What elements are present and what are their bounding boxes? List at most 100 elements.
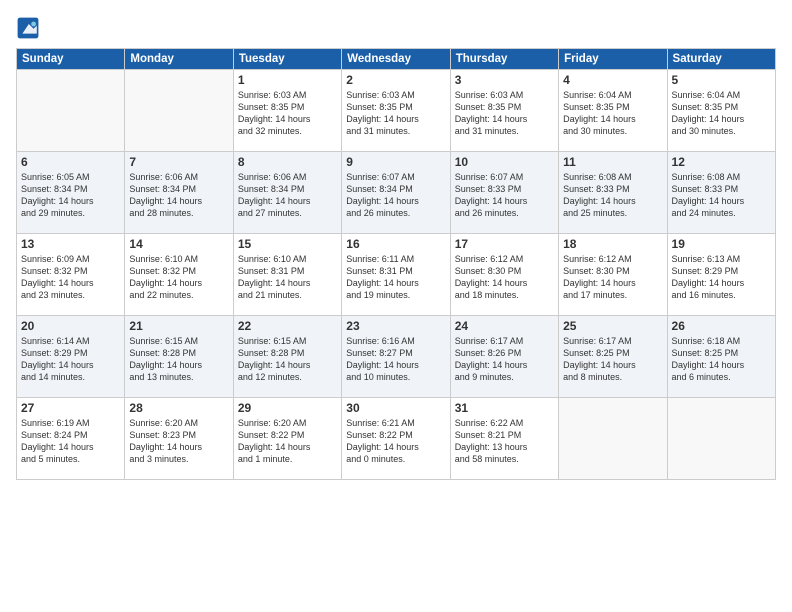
header — [16, 16, 776, 40]
day-number: 24 — [455, 319, 554, 333]
day-number: 13 — [21, 237, 120, 251]
calendar-cell: 25 Sunrise: 6:17 AM Sunset: 8:25 PM Dayli… — [559, 316, 667, 398]
day-info: Sunrise: 6:07 AM Sunset: 8:34 PM Dayligh… — [346, 171, 445, 220]
day-info: Sunrise: 6:17 AM Sunset: 8:25 PM Dayligh… — [563, 335, 662, 384]
day-info: Sunrise: 6:06 AM Sunset: 8:34 PM Dayligh… — [238, 171, 337, 220]
day-number: 11 — [563, 155, 662, 169]
weekday-header: Tuesday — [233, 49, 341, 70]
calendar-cell: 17Sunrise: 6:12 AM Sunset: 8:30 PM Dayli… — [450, 234, 558, 316]
calendar-week-row: 13 Sunrise: 6:09 AM Sunset: 8:32 PM Dayli… — [17, 234, 776, 316]
weekday-header: Thursday — [450, 49, 558, 70]
day-info: Sunrise: 6:07 AM Sunset: 8:33 PM Dayligh… — [455, 171, 554, 220]
day-info: Sunrise: 6:04 AM Sunset: 8:35 PM Dayligh… — [672, 89, 771, 138]
calendar-cell: 26 Sunrise: 6:18 AM Sunset: 8:25 PM Dayli… — [667, 316, 775, 398]
day-info: Sunrise: 6:08 AM Sunset: 8:33 PM Dayligh… — [563, 171, 662, 220]
calendar-cell: 4 Sunrise: 6:04 AM Sunset: 8:35 PM Daylig… — [559, 70, 667, 152]
calendar-cell: 22 Sunrise: 6:15 AM Sunset: 8:28 PM Dayli… — [233, 316, 341, 398]
calendar-cell: 9 Sunrise: 6:07 AM Sunset: 8:34 PM Daylig… — [342, 152, 450, 234]
calendar-cell: 5 Sunrise: 6:04 AM Sunset: 8:35 PM Daylig… — [667, 70, 775, 152]
day-number: 26 — [672, 319, 771, 333]
calendar-cell: 29 Sunrise: 6:20 AM Sunset: 8:22 PM Dayli… — [233, 398, 341, 480]
calendar-cell: 11 Sunrise: 6:08 AM Sunset: 8:33 PM Dayli… — [559, 152, 667, 234]
day-number: 28 — [129, 401, 228, 415]
weekday-header: Monday — [125, 49, 233, 70]
logo-icon — [16, 16, 40, 40]
day-info: Sunrise: 6:22 AM Sunset: 8:21 PM Dayligh… — [455, 417, 554, 466]
day-number: 15 — [238, 237, 337, 251]
day-number: 3 — [455, 73, 554, 87]
weekday-header: Friday — [559, 49, 667, 70]
calendar-cell: 27Sunrise: 6:19 AM Sunset: 8:24 PM Dayli… — [17, 398, 125, 480]
calendar-week-row: 6Sunrise: 6:05 AM Sunset: 8:34 PM Daylig… — [17, 152, 776, 234]
day-number: 14 — [129, 237, 228, 251]
calendar-cell: 21Sunrise: 6:15 AM Sunset: 8:28 PM Dayli… — [125, 316, 233, 398]
day-info: Sunrise: 6:03 AM Sunset: 8:35 PM Dayligh… — [455, 89, 554, 138]
day-info: Sunrise: 6:10 AM Sunset: 8:32 PM Dayligh… — [129, 253, 228, 302]
calendar-cell: 30Sunrise: 6:21 AM Sunset: 8:22 PM Dayli… — [342, 398, 450, 480]
day-number: 17 — [455, 237, 554, 251]
calendar-cell: 20Sunrise: 6:14 AM Sunset: 8:29 PM Dayli… — [17, 316, 125, 398]
day-info: Sunrise: 6:13 AM Sunset: 8:29 PM Dayligh… — [672, 253, 771, 302]
day-info: Sunrise: 6:12 AM Sunset: 8:30 PM Dayligh… — [563, 253, 662, 302]
calendar-cell — [125, 70, 233, 152]
calendar-cell: 14 Sunrise: 6:10 AM Sunset: 8:32 PM Dayli… — [125, 234, 233, 316]
calendar-cell: 24 Sunrise: 6:17 AM Sunset: 8:26 PM Dayli… — [450, 316, 558, 398]
day-number: 29 — [238, 401, 337, 415]
calendar-week-row: 27Sunrise: 6:19 AM Sunset: 8:24 PM Dayli… — [17, 398, 776, 480]
calendar-cell: 19 Sunrise: 6:13 AM Sunset: 8:29 PM Dayli… — [667, 234, 775, 316]
day-info: Sunrise: 6:20 AM Sunset: 8:22 PM Dayligh… — [238, 417, 337, 466]
calendar: SundayMondayTuesdayWednesdayThursdayFrid… — [16, 48, 776, 480]
day-info: Sunrise: 6:08 AM Sunset: 8:33 PM Dayligh… — [672, 171, 771, 220]
day-number: 21 — [129, 319, 228, 333]
calendar-cell: 1 Sunrise: 6:03 AM Sunset: 8:35 PM Daylig… — [233, 70, 341, 152]
day-number: 23 — [346, 319, 445, 333]
calendar-cell — [559, 398, 667, 480]
calendar-cell — [667, 398, 775, 480]
day-number: 1 — [238, 73, 337, 87]
calendar-cell: 3 Sunrise: 6:03 AM Sunset: 8:35 PM Daylig… — [450, 70, 558, 152]
day-number: 12 — [672, 155, 771, 169]
day-info: Sunrise: 6:18 AM Sunset: 8:25 PM Dayligh… — [672, 335, 771, 384]
weekday-header: Sunday — [17, 49, 125, 70]
day-info: Sunrise: 6:05 AM Sunset: 8:34 PM Dayligh… — [21, 171, 120, 220]
day-number: 9 — [346, 155, 445, 169]
calendar-cell: 7Sunrise: 6:06 AM Sunset: 8:34 PM Daylig… — [125, 152, 233, 234]
weekday-header: Wednesday — [342, 49, 450, 70]
day-number: 7 — [129, 155, 228, 169]
day-info: Sunrise: 6:19 AM Sunset: 8:24 PM Dayligh… — [21, 417, 120, 466]
day-info: Sunrise: 6:21 AM Sunset: 8:22 PM Dayligh… — [346, 417, 445, 466]
day-info: Sunrise: 6:14 AM Sunset: 8:29 PM Dayligh… — [21, 335, 120, 384]
day-number: 19 — [672, 237, 771, 251]
day-info: Sunrise: 6:15 AM Sunset: 8:28 PM Dayligh… — [238, 335, 337, 384]
day-number: 4 — [563, 73, 662, 87]
day-number: 10 — [455, 155, 554, 169]
calendar-cell: 13 Sunrise: 6:09 AM Sunset: 8:32 PM Dayli… — [17, 234, 125, 316]
calendar-cell: 12 Sunrise: 6:08 AM Sunset: 8:33 PM Dayli… — [667, 152, 775, 234]
calendar-cell: 16Sunrise: 6:11 AM Sunset: 8:31 PM Dayli… — [342, 234, 450, 316]
day-info: Sunrise: 6:10 AM Sunset: 8:31 PM Dayligh… — [238, 253, 337, 302]
calendar-week-row: 20Sunrise: 6:14 AM Sunset: 8:29 PM Dayli… — [17, 316, 776, 398]
day-info: Sunrise: 6:03 AM Sunset: 8:35 PM Dayligh… — [238, 89, 337, 138]
day-info: Sunrise: 6:16 AM Sunset: 8:27 PM Dayligh… — [346, 335, 445, 384]
calendar-cell: 10 Sunrise: 6:07 AM Sunset: 8:33 PM Dayli… — [450, 152, 558, 234]
calendar-cell — [17, 70, 125, 152]
day-number: 5 — [672, 73, 771, 87]
day-info: Sunrise: 6:11 AM Sunset: 8:31 PM Dayligh… — [346, 253, 445, 302]
calendar-cell: 28Sunrise: 6:20 AM Sunset: 8:23 PM Dayli… — [125, 398, 233, 480]
calendar-header-row: SundayMondayTuesdayWednesdayThursdayFrid… — [17, 49, 776, 70]
day-info: Sunrise: 6:17 AM Sunset: 8:26 PM Dayligh… — [455, 335, 554, 384]
day-number: 22 — [238, 319, 337, 333]
day-info: Sunrise: 6:04 AM Sunset: 8:35 PM Dayligh… — [563, 89, 662, 138]
logo — [16, 16, 44, 40]
calendar-cell: 6Sunrise: 6:05 AM Sunset: 8:34 PM Daylig… — [17, 152, 125, 234]
day-info: Sunrise: 6:03 AM Sunset: 8:35 PM Dayligh… — [346, 89, 445, 138]
calendar-cell: 18Sunrise: 6:12 AM Sunset: 8:30 PM Dayli… — [559, 234, 667, 316]
day-number: 31 — [455, 401, 554, 415]
page: SundayMondayTuesdayWednesdayThursdayFrid… — [0, 0, 792, 612]
calendar-week-row: 1 Sunrise: 6:03 AM Sunset: 8:35 PM Daylig… — [17, 70, 776, 152]
calendar-cell: 2Sunrise: 6:03 AM Sunset: 8:35 PM Daylig… — [342, 70, 450, 152]
day-number: 8 — [238, 155, 337, 169]
calendar-cell: 8 Sunrise: 6:06 AM Sunset: 8:34 PM Daylig… — [233, 152, 341, 234]
day-info: Sunrise: 6:09 AM Sunset: 8:32 PM Dayligh… — [21, 253, 120, 302]
day-number: 25 — [563, 319, 662, 333]
